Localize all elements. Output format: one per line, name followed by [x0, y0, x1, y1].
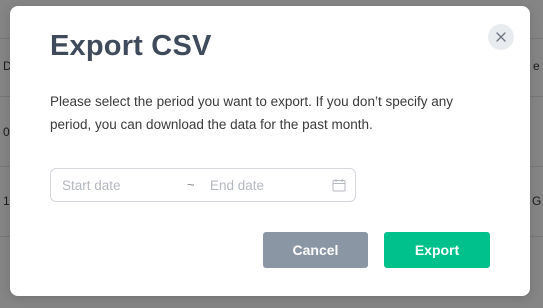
date-range-picker[interactable]: ~	[50, 168, 356, 202]
start-date-input[interactable]	[62, 169, 180, 201]
dialog-title: Export CSV	[50, 30, 212, 62]
date-range-separator: ~	[187, 177, 195, 192]
close-icon	[496, 32, 506, 42]
export-button[interactable]: Export	[384, 232, 490, 268]
end-date-input[interactable]	[210, 169, 325, 201]
calendar-icon[interactable]	[332, 178, 346, 192]
export-csv-dialog: Export CSV Please select the period you …	[10, 6, 530, 296]
cancel-button[interactable]: Cancel	[263, 232, 368, 268]
close-button[interactable]	[488, 24, 514, 50]
dialog-description: Please select the period you want to exp…	[50, 94, 453, 132]
